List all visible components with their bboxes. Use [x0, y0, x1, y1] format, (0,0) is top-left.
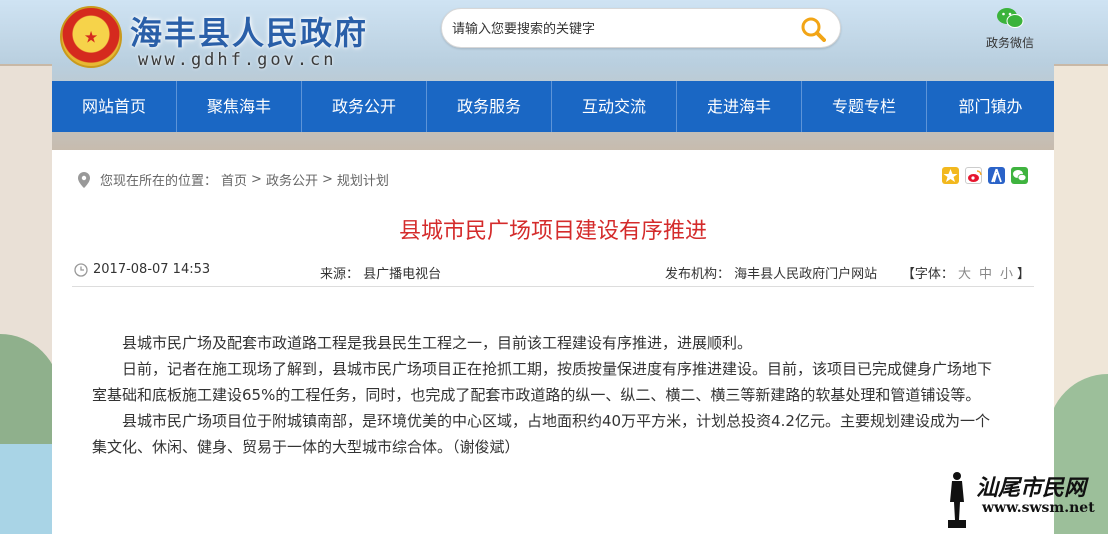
- font-size-label: 【字体：: [901, 267, 954, 282]
- wechat-share-icon[interactable]: [1011, 167, 1028, 184]
- search-box: [441, 8, 841, 48]
- content-panel: 您现在所在的位置： 首页 > 政务公开 > 规划计划 县城市民广场项目建设有序推…: [52, 150, 1054, 534]
- breadcrumb: 您现在所在的位置： 首页 > 政务公开 > 规划计划: [78, 170, 393, 189]
- nav-item-interaction[interactable]: 互动交流: [552, 81, 677, 132]
- watermark: 汕尾市民网 www.swsm.net: [942, 468, 1102, 528]
- nav-item-about[interactable]: 走进海丰: [677, 81, 802, 132]
- site-header: ★ 海丰县人民政府 www.gdhf.gov.cn 政务微信: [0, 0, 1108, 80]
- breadcrumb-planning[interactable]: 规划计划: [337, 170, 389, 189]
- breadcrumb-home[interactable]: 首页: [221, 170, 247, 189]
- font-size-large[interactable]: 大: [958, 267, 971, 282]
- nav-item-services[interactable]: 政务服务: [427, 81, 552, 132]
- publish-date: 2017-08-07 14:53: [93, 262, 211, 277]
- statue-silhouette-icon: [948, 472, 966, 528]
- breadcrumb-prefix: 您现在所在的位置：: [100, 174, 218, 189]
- font-size-medium[interactable]: 中: [979, 267, 992, 282]
- article-meta: 2017-08-07 14:53 来源： 县广播电视台 发布机构： 海丰县人民政…: [72, 255, 1034, 287]
- background-water: [0, 444, 55, 534]
- national-emblem-logo[interactable]: ★: [60, 6, 122, 68]
- qzone-share-icon[interactable]: [942, 167, 959, 184]
- nav-item-departments[interactable]: 部门镇办: [927, 81, 1054, 132]
- article-paragraph: 县城市民广场项目位于附城镇南部，是环境优美的中心区域，占地面积约40万平方米，计…: [92, 412, 990, 456]
- breadcrumb-separator: >: [251, 172, 262, 187]
- nav-item-public-affairs[interactable]: 政务公开: [302, 81, 427, 132]
- renren-share-icon[interactable]: [988, 167, 1005, 184]
- article-paragraph: 县城市民广场及配套市政道路工程是我县民生工程之一，目前该工程建设有序推进，进展顺…: [122, 334, 753, 352]
- site-url: www.gdhf.gov.cn: [138, 50, 337, 70]
- nav-item-home[interactable]: 网站首页: [52, 81, 177, 132]
- font-size-small[interactable]: 小: [1000, 267, 1013, 282]
- article-title: 县城市民广场项目建设有序推进: [398, 219, 707, 244]
- article-body: 县城市民广场及配套市政道路工程是我县民生工程之一，目前该工程建设有序推进，进展顺…: [92, 330, 1004, 460]
- article-publisher: 发布机构： 海丰县人民政府门户网站: [665, 267, 878, 282]
- breadcrumb-public-affairs[interactable]: 政务公开: [266, 170, 318, 189]
- main-nav: 网站首页 聚焦海丰 政务公开 政务服务 互动交流 走进海丰 专题专栏 部门镇办: [52, 81, 1054, 132]
- watermark-brand: 汕尾市民网: [976, 476, 1087, 501]
- wechat-icon: [997, 8, 1024, 28]
- site-title[interactable]: 海丰县人民政府: [130, 8, 368, 54]
- weibo-share-icon[interactable]: [965, 167, 982, 184]
- nav-item-topics[interactable]: 专题专栏: [802, 81, 927, 132]
- font-size-control: 【字体： 大中小】: [902, 263, 1030, 282]
- search-icon[interactable]: [800, 16, 826, 42]
- article-source: 来源： 县广播电视台: [320, 267, 442, 282]
- wechat-label: 政务微信: [985, 36, 1034, 50]
- nav-item-focus[interactable]: 聚焦海丰: [177, 81, 302, 132]
- breadcrumb-separator: >: [321, 172, 333, 187]
- share-bar: [942, 167, 1028, 184]
- clock-icon: [74, 262, 88, 277]
- search-input[interactable]: [452, 18, 782, 40]
- wechat-link[interactable]: 政务微信: [980, 6, 1040, 56]
- publish-time: 2017-08-07 14:53: [74, 262, 210, 277]
- location-pin-icon: [78, 171, 90, 188]
- font-size-close: 】: [1016, 267, 1030, 282]
- article-paragraph: 日前，记者在施工现场了解到，县城市民广场项目正在抢抓工期，按质按量保进度有序推进…: [92, 360, 993, 404]
- watermark-url: www.swsm.net: [982, 500, 1095, 516]
